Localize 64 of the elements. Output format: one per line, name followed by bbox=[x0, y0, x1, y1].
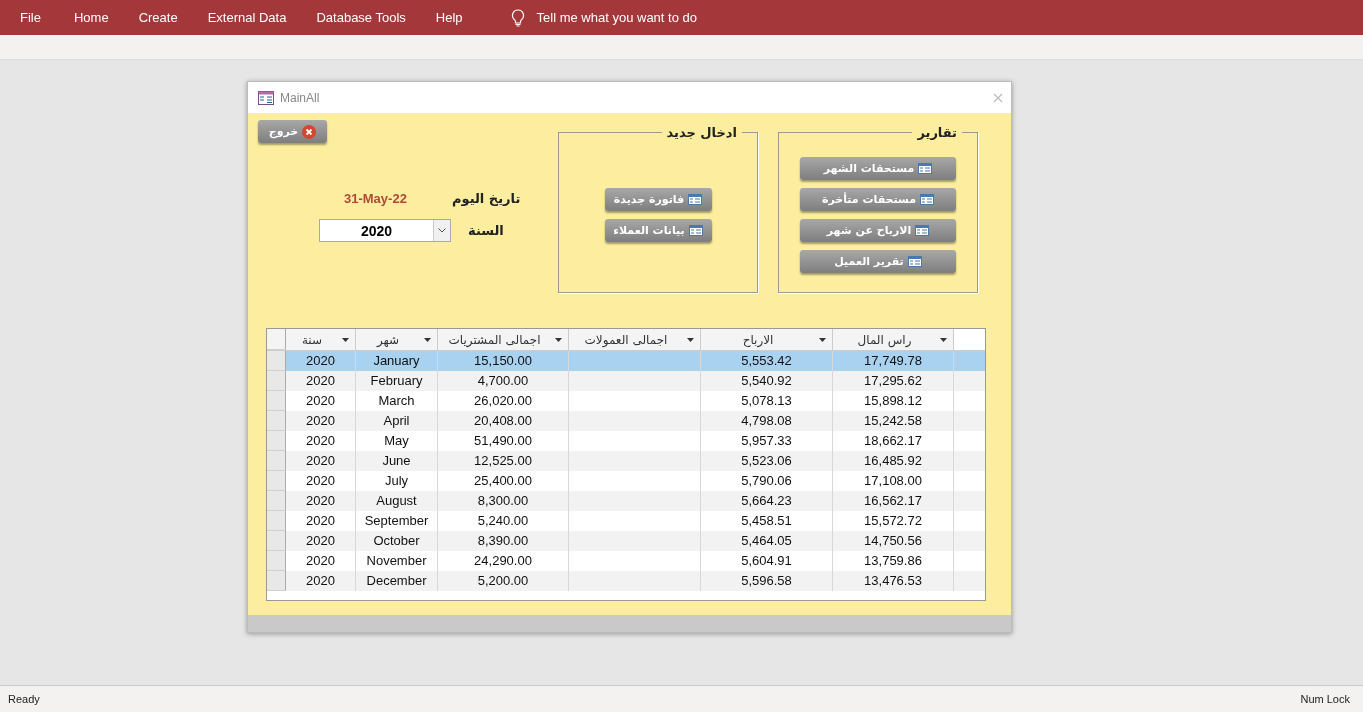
column-header[interactable]: شهر bbox=[356, 329, 438, 350]
date-label: تاريخ اليوم bbox=[452, 190, 521, 206]
table-row[interactable]: 2020 April 20,408.00 4,798.08 15,242.58 bbox=[267, 411, 985, 431]
row-selector[interactable] bbox=[267, 491, 286, 511]
row-selector[interactable] bbox=[267, 551, 286, 571]
column-header[interactable]: راس المال bbox=[833, 329, 954, 350]
frame-title: ادخال جديد bbox=[665, 125, 738, 140]
ribbon-tab[interactable]: External Data bbox=[207, 10, 287, 25]
row-selector[interactable] bbox=[267, 371, 286, 391]
table-cell: 5,200.00 bbox=[438, 571, 569, 591]
table-cell: 2020 bbox=[286, 571, 356, 591]
form-icon bbox=[688, 194, 703, 205]
column-header[interactable]: اجمالى المشتريات bbox=[438, 329, 569, 350]
column-header[interactable]: سنة bbox=[286, 329, 356, 350]
date-value: 31-May-22 bbox=[344, 190, 408, 206]
report-icon bbox=[907, 256, 922, 267]
row-selector[interactable] bbox=[267, 451, 286, 471]
row-selector[interactable] bbox=[267, 391, 286, 411]
frame-title: تقارير bbox=[916, 125, 958, 140]
close-icon[interactable] bbox=[993, 92, 1003, 103]
report-icon bbox=[915, 225, 930, 236]
row-selector[interactable] bbox=[267, 411, 286, 431]
year-label: السنة bbox=[468, 223, 504, 238]
report-icon bbox=[918, 163, 933, 174]
caret-icon[interactable] bbox=[424, 337, 431, 342]
column-header[interactable]: اجمالى العمولات bbox=[569, 329, 701, 350]
ribbon-tab[interactable]: File bbox=[20, 10, 41, 25]
table-row[interactable]: 2020 October 8,390.00 5,464.05 14,750.56 bbox=[267, 531, 985, 551]
caret-icon[interactable] bbox=[940, 337, 947, 342]
caret-icon[interactable] bbox=[819, 337, 826, 342]
table-row[interactable]: 2020 August 8,300.00 5,664.23 16,562.17 bbox=[267, 491, 985, 511]
window-title: MainAll bbox=[280, 90, 321, 105]
form-icon bbox=[688, 225, 703, 236]
close-icon bbox=[302, 124, 317, 139]
tell-me-field[interactable]: Tell me what you want to do bbox=[536, 10, 697, 25]
table-row[interactable]: 2020 December 5,200.00 5,596.58 13,476.53 bbox=[267, 571, 985, 591]
column-header[interactable]: الارباح bbox=[701, 329, 833, 350]
report-icon bbox=[920, 194, 935, 205]
lightbulb-icon bbox=[510, 8, 525, 27]
ribbon-tab[interactable]: Home bbox=[73, 10, 109, 25]
table-row[interactable]: 2020 June 12,525.00 5,523.06 16,485.92 bbox=[267, 451, 985, 471]
select-all-corner[interactable] bbox=[267, 329, 286, 350]
ribbon-tab[interactable]: Create bbox=[138, 10, 178, 25]
table-row[interactable]: 2020 February 4,700.00 5,540.92 17,295.62 bbox=[267, 371, 985, 391]
caret-icon[interactable] bbox=[342, 337, 349, 342]
row-selector[interactable] bbox=[267, 511, 286, 531]
status-text: Ready bbox=[8, 693, 40, 705]
row-selector[interactable] bbox=[267, 571, 286, 591]
row-selector[interactable] bbox=[267, 351, 286, 371]
table-cell: 13,476.53 bbox=[833, 571, 954, 591]
form-icon bbox=[258, 90, 274, 105]
status-text: Num Lock bbox=[1300, 693, 1350, 705]
ribbon-tab[interactable]: Database Tools bbox=[316, 10, 406, 25]
year-combo[interactable]: 2020 bbox=[319, 219, 451, 242]
table-cell: 5,596.58 bbox=[701, 571, 833, 591]
table-row[interactable]: 2020 January 15,150.00 5,553.42 17,749.78 bbox=[267, 351, 985, 371]
table-cell: December bbox=[356, 571, 438, 591]
caret-icon[interactable] bbox=[438, 228, 446, 233]
ribbon-tab[interactable]: Help bbox=[435, 10, 463, 25]
row-selector[interactable] bbox=[267, 531, 286, 551]
row-selector[interactable] bbox=[267, 431, 286, 451]
caret-icon[interactable] bbox=[555, 337, 562, 342]
row-selector[interactable] bbox=[267, 471, 286, 491]
caret-icon[interactable] bbox=[687, 337, 694, 342]
